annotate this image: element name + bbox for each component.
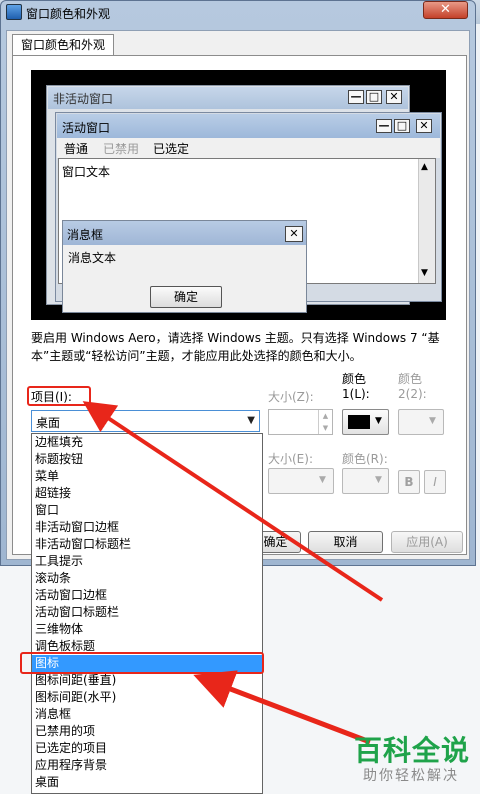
- annotation-arrows: [82, 401, 384, 745]
- watermark-tagline: 助你轻松解决: [363, 768, 459, 784]
- annotation-arrow-2: [193, 670, 371, 745]
- watermark-logo: 百科全说: [354, 734, 471, 767]
- annotation-arrow-1: [82, 401, 384, 602]
